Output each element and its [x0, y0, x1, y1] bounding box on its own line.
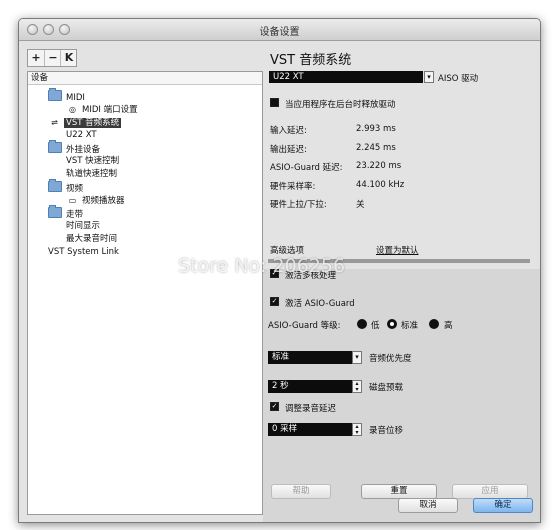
add-device-button[interactable]: + [28, 50, 44, 66]
help-button[interactable]: 帮助 [271, 484, 331, 499]
tree-item-time-display[interactable]: 时间显示 [66, 220, 100, 233]
asio-guard-level-label: ASIO-Guard 等级: [268, 321, 341, 331]
tree-item-external-devices[interactable]: 外挂设备 [48, 140, 100, 155]
titlebar: 设备设置 [19, 19, 540, 41]
folder-icon [48, 205, 62, 218]
audio-priority-select[interactable]: 标准 [268, 351, 352, 364]
device-list-toolbar: + − K [27, 49, 77, 67]
output-latency-label: 输出延迟: [270, 145, 307, 155]
tree-item-video[interactable]: 视频 [48, 179, 83, 194]
cancel-button[interactable]: 取消 [398, 498, 458, 513]
set-default-link[interactable]: 设置为默认 [376, 244, 419, 256]
panel-title: VST 音频系统 [270, 53, 352, 68]
tree-item-midi-port-settings[interactable]: ◎ MIDI 端口设置 [66, 103, 138, 116]
tree-item-max-record-time[interactable]: 最大录音时间 [66, 233, 117, 246]
asio-guard-label: 激活 ASIO-Guard [285, 299, 355, 309]
folder-icon [48, 179, 62, 192]
sample-rate-label: 硬件采样率: [270, 182, 316, 192]
pull-up-down-value: 关 [356, 200, 365, 210]
tree-item-vst-system-link[interactable]: VST System Link [48, 246, 119, 259]
input-latency-value: 2.993 ms [356, 124, 396, 134]
asio-guard-checkbox[interactable]: ✓ [270, 297, 279, 306]
audio-priority-label: 音频优先度 [369, 354, 412, 364]
level-normal-radio[interactable] [387, 319, 397, 329]
level-high-label: 高 [444, 321, 453, 331]
device-tree-header: 设备 [28, 72, 262, 85]
device-tree: 设备 MIDI ◎ MIDI 端口设置 ⇌ VST 音频系统 U22 XT 外挂设备… [27, 71, 263, 515]
store-watermark: Store No: 206256 [178, 255, 346, 277]
level-high-radio[interactable] [429, 319, 439, 329]
release-driver-checkbox[interactable] [270, 98, 279, 107]
tree-item-video-player[interactable]: ▭ 视频播放器 [66, 194, 125, 207]
tree-item-midi[interactable]: MIDI [48, 88, 85, 103]
tree-item-vst-audio-system[interactable]: ⇌ VST 音频系统 [48, 116, 122, 129]
disk-preload-field[interactable]: 2 秒 [268, 380, 352, 393]
asio-driver-label: AISO 驱动 [438, 74, 479, 84]
level-low-radio[interactable] [357, 319, 367, 329]
tree-item-u22xt[interactable]: U22 XT [66, 129, 97, 142]
window-title: 设备设置 [259, 27, 300, 38]
folder-icon [48, 88, 62, 101]
record-shift-label: 录音位移 [369, 426, 404, 436]
remove-device-button[interactable]: − [44, 50, 61, 66]
folder-icon [48, 140, 62, 153]
level-normal-label: 标准 [401, 321, 419, 331]
stepper-icon[interactable]: ▴ ▾ [352, 380, 362, 393]
settings-panel: VST 音频系统 U22 XT ▾ AISO 驱动 当应用程序在后台时释放驱动 … [263, 41, 540, 522]
audio-system-icon: ⇌ [51, 118, 58, 127]
record-shift-field[interactable]: 0 采样 [268, 423, 352, 436]
asio-guard-latency-label: ASIO-Guard 延迟: [270, 163, 343, 173]
adjust-record-latency-checkbox[interactable]: ✓ [270, 402, 279, 411]
output-latency-value: 2.245 ms [356, 143, 396, 153]
stepper-icon[interactable]: ▴ ▾ [352, 423, 362, 436]
ok-button[interactable]: 确定 [473, 498, 533, 513]
chevron-down-icon[interactable]: ▾ [424, 71, 434, 83]
tree-item-vst-quick-controls[interactable]: VST 快速控制 [66, 155, 119, 168]
reset-device-button[interactable]: K [60, 50, 77, 66]
chevron-down-icon[interactable]: ▾ [352, 351, 362, 364]
reset-button[interactable]: 重置 [361, 484, 437, 499]
apply-button[interactable]: 应用 [452, 484, 528, 499]
pull-up-down-label: 硬件上拉/下拉: [270, 200, 327, 210]
input-latency-label: 输入延迟: [270, 126, 307, 136]
tree-item-track-quick-controls[interactable]: 轨道快速控制 [66, 168, 117, 181]
sample-rate-value: 44.100 kHz [356, 180, 405, 190]
disk-preload-label: 磁盘预载 [369, 383, 404, 393]
midi-port-icon: ◎ [69, 105, 76, 114]
asio-guard-latency-value: 23.220 ms [356, 161, 402, 171]
adjust-record-latency-label: 调整录音延迟 [285, 404, 337, 414]
release-driver-label: 当应用程序在后台时释放驱动 [285, 100, 396, 110]
level-low-label: 低 [371, 321, 380, 331]
tree-item-transport[interactable]: 走带 [48, 205, 83, 220]
video-player-icon: ▭ [68, 196, 77, 205]
asio-driver-select[interactable]: U22 XT [269, 71, 423, 83]
